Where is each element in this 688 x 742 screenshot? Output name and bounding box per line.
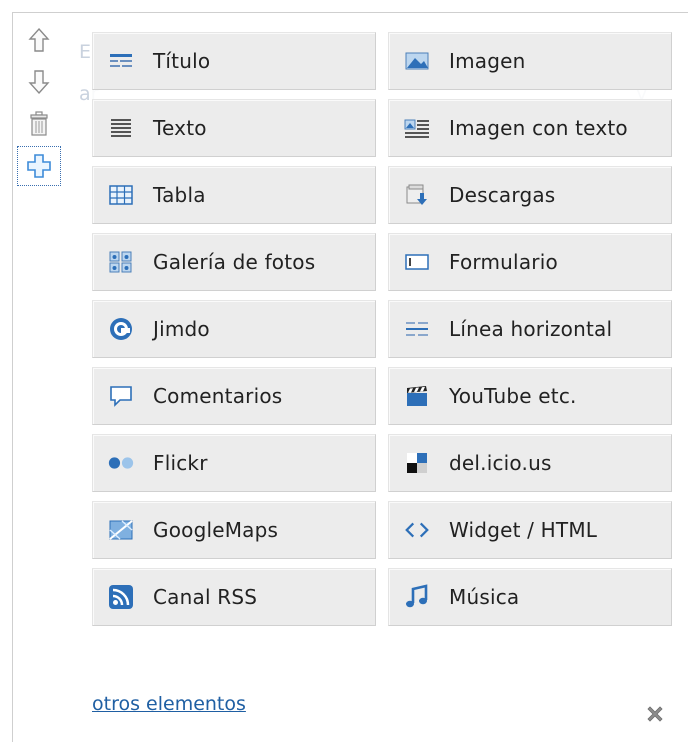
element-button-label: Descargas xyxy=(449,183,556,207)
title-icon xyxy=(107,47,135,75)
element-button-label: Comentarios xyxy=(153,384,283,408)
music-icon xyxy=(403,583,431,611)
more-elements-link[interactable]: otros elementos xyxy=(92,693,246,715)
rss-icon xyxy=(107,583,135,611)
horizontal-line-element-button[interactable]: Línea horizontal xyxy=(388,300,672,358)
delicious-element-button[interactable]: del.icio.us xyxy=(388,434,672,492)
element-button-label: GoogleMaps xyxy=(153,518,279,542)
element-button-label: Texto xyxy=(153,116,207,140)
title-element-button[interactable]: Título xyxy=(92,32,376,90)
panel-footer: otros elementos xyxy=(92,693,672,725)
arrow-down-icon xyxy=(28,70,50,95)
element-button-label: Flickr xyxy=(153,451,208,475)
element-toolbar xyxy=(17,20,69,188)
image-with-text-icon xyxy=(403,114,431,142)
map-icon xyxy=(107,516,135,544)
table-icon xyxy=(107,181,135,209)
move-up-button[interactable] xyxy=(17,20,61,60)
element-button-label: Galería de fotos xyxy=(153,250,316,274)
jimdo-icon xyxy=(107,315,135,343)
element-button-label: Tabla xyxy=(153,183,206,207)
element-button-label: Imagen xyxy=(449,49,526,73)
arrow-up-icon xyxy=(28,27,50,52)
table-element-button[interactable]: Tabla xyxy=(92,166,376,224)
add-element-button[interactable] xyxy=(17,146,61,186)
element-button-label: Widget / HTML xyxy=(449,518,598,542)
horizontal-line-icon xyxy=(403,315,431,343)
photo-gallery-icon xyxy=(107,248,135,276)
form-icon xyxy=(403,248,431,276)
comments-icon xyxy=(107,382,135,410)
video-clapper-icon xyxy=(403,382,431,410)
image-element-button[interactable]: Imagen xyxy=(388,32,672,90)
image-icon xyxy=(403,47,431,75)
downloads-icon xyxy=(403,181,431,209)
add-plus-icon xyxy=(27,154,51,178)
form-element-button[interactable]: Formulario xyxy=(388,233,672,291)
element-button-label: YouTube etc. xyxy=(449,384,577,408)
comments-element-button[interactable]: Comentarios xyxy=(92,367,376,425)
flickr-icon xyxy=(107,449,135,477)
jimdo-element-button[interactable]: Jimdo xyxy=(92,300,376,358)
code-icon xyxy=(403,516,431,544)
video-clapper-element-button[interactable]: YouTube etc. xyxy=(388,367,672,425)
element-button-label: Formulario xyxy=(449,250,558,274)
add-element-panel: Título Imagen Texto Imagen con texto Tabla De… xyxy=(92,32,672,732)
downloads-element-button[interactable]: Descargas xyxy=(388,166,672,224)
element-button-label: Línea horizontal xyxy=(449,317,613,341)
text-element-button[interactable]: Texto xyxy=(92,99,376,157)
delicious-icon xyxy=(403,449,431,477)
trash-icon xyxy=(30,111,48,136)
code-element-button[interactable]: Widget / HTML xyxy=(388,501,672,559)
element-button-label: Jimdo xyxy=(153,317,210,341)
move-down-button[interactable] xyxy=(17,62,61,102)
element-button-label: Título xyxy=(153,49,211,73)
close-icon[interactable] xyxy=(644,703,666,725)
photo-gallery-element-button[interactable]: Galería de fotos xyxy=(92,233,376,291)
element-button-label: Canal RSS xyxy=(153,585,258,609)
image-with-text-element-button[interactable]: Imagen con texto xyxy=(388,99,672,157)
map-element-button[interactable]: GoogleMaps xyxy=(92,501,376,559)
element-button-label: Música xyxy=(449,585,520,609)
music-element-button[interactable]: Música xyxy=(388,568,672,626)
delete-button[interactable] xyxy=(17,104,61,144)
rss-element-button[interactable]: Canal RSS xyxy=(92,568,376,626)
flickr-element-button[interactable]: Flickr xyxy=(92,434,376,492)
element-button-label: del.icio.us xyxy=(449,451,552,475)
text-icon xyxy=(107,114,135,142)
element-button-grid: Título Imagen Texto Imagen con texto Tabla De… xyxy=(92,32,672,626)
element-button-label: Imagen con texto xyxy=(449,116,628,140)
